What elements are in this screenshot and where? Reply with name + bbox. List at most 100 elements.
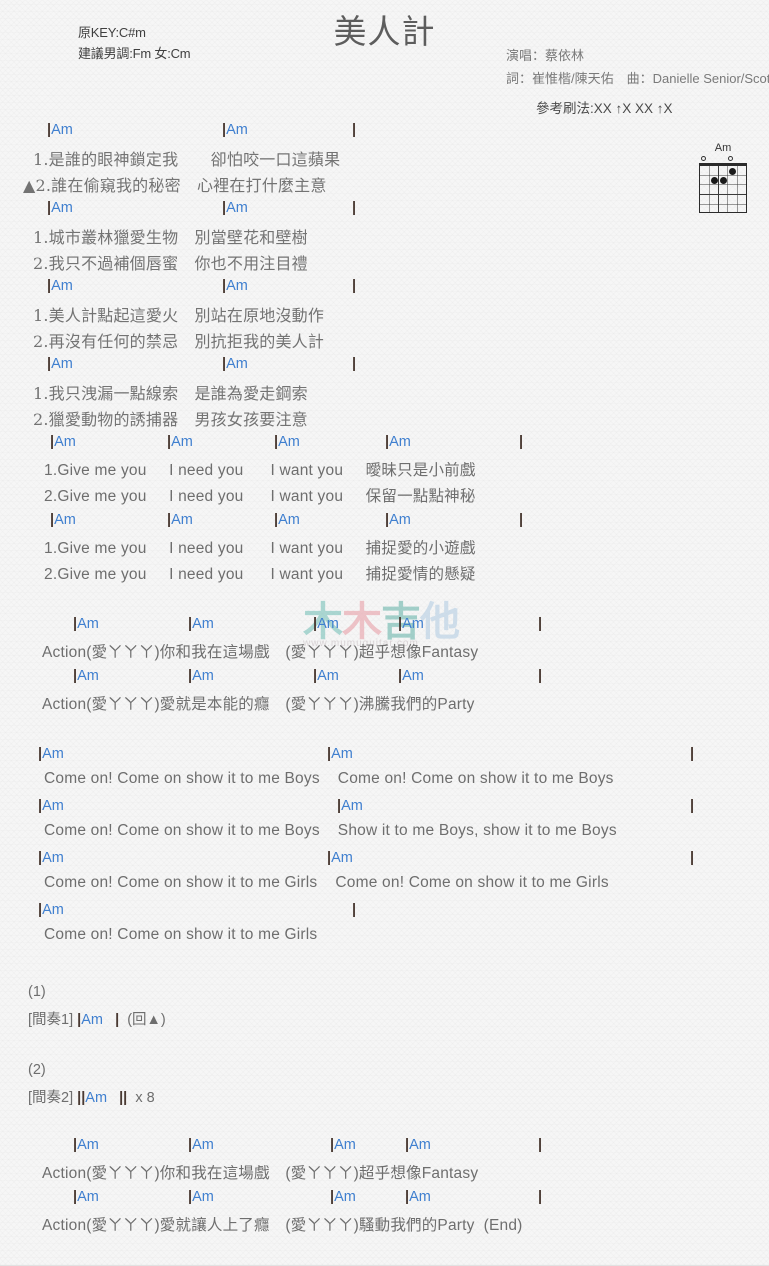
bar-line: | <box>690 746 695 762</box>
chord-mark[interactable]: |Am <box>313 668 339 688</box>
chord-mark[interactable]: |Am <box>73 616 99 636</box>
chord-name: Am <box>77 668 99 684</box>
chord-mark[interactable]: |Am <box>38 798 64 818</box>
chord-mark[interactable]: |Am <box>330 1189 356 1209</box>
lyric-row: 2.再沒有任何的禁忌 別抗拒我的美人計 <box>33 332 325 351</box>
interlude-repeat: x 8 <box>135 1090 155 1106</box>
chord-mark[interactable]: | <box>538 668 542 688</box>
chord-name: Am <box>402 616 424 632</box>
lyric-row: ▲2.誰在偷窺我的秘密 心裡在打什麼主意 <box>23 176 327 195</box>
chord-mark[interactable]: |Am <box>330 1137 356 1157</box>
lyric-row: 1.美人計點起這愛火 別站在原地沒動作 <box>33 306 325 325</box>
chord-mark[interactable]: | <box>690 850 694 870</box>
chord-mark[interactable]: | <box>352 902 356 922</box>
chord-row: |Am |Am |Am |Am | <box>0 434 769 454</box>
chord-mark[interactable]: |Am <box>188 668 214 688</box>
chord-mark[interactable]: |Am <box>327 850 353 870</box>
chord-mark[interactable]: |Am <box>188 1189 214 1209</box>
lyric-row: 2.我只不過補個唇蜜 你也不用注目禮 <box>33 254 308 273</box>
chord-mark[interactable]: |Am <box>38 850 64 870</box>
chord-mark[interactable]: |Am <box>327 746 353 766</box>
chord-mark[interactable]: |Am <box>38 746 64 766</box>
chord-mark[interactable]: |Am <box>313 616 339 636</box>
bar-line: | <box>690 798 695 814</box>
chord-mark[interactable]: |Am <box>47 278 73 298</box>
chord-mark[interactable]: |Am <box>167 434 193 454</box>
chord-mark[interactable]: | <box>690 798 694 818</box>
chord-mark[interactable]: |Am <box>38 902 64 922</box>
chord-mark[interactable]: | <box>690 746 694 766</box>
chord-name: Am <box>81 1012 103 1028</box>
chord-mark[interactable]: | <box>352 278 356 298</box>
chord-mark[interactable]: |Am <box>188 616 214 636</box>
chord-name: Am <box>389 512 411 528</box>
chord-mark[interactable]: |Am <box>47 122 73 142</box>
chord-mark[interactable]: | <box>519 512 523 532</box>
interlude-chords[interactable]: |Am <box>77 1012 103 1028</box>
finger-dot <box>720 177 727 184</box>
chord-row: |Am |Am |Am |Am | <box>0 668 769 688</box>
chord-mark[interactable]: |Am <box>385 512 411 532</box>
chord-mark[interactable]: |Am <box>73 1137 99 1157</box>
chord-name: Am <box>171 434 193 450</box>
bar-line: | <box>352 278 357 294</box>
chord-name: Am <box>42 798 64 814</box>
chord-row: |Am |Am | <box>0 122 769 142</box>
chord-mark[interactable]: |Am <box>222 122 248 142</box>
chord-mark[interactable]: |Am <box>405 1137 431 1157</box>
chord-mark[interactable]: |Am <box>73 1189 99 1209</box>
chord-mark[interactable]: |Am <box>188 1137 214 1157</box>
chord-mark[interactable]: |Am <box>167 512 193 532</box>
chord-mark[interactable]: |Am <box>50 512 76 532</box>
interlude-label: [間奏2] <box>28 1090 74 1106</box>
chord-name: Am <box>341 798 363 814</box>
chord-mark[interactable]: | <box>538 1189 542 1209</box>
chord-diagram-label: Am <box>714 142 732 154</box>
chord-mark[interactable]: |Am <box>405 1189 431 1209</box>
chord-mark[interactable]: |Am <box>222 278 248 298</box>
finger-dot <box>729 168 736 175</box>
chord-row: |Am | <box>0 902 769 922</box>
chord-mark[interactable]: | <box>352 356 356 376</box>
chord-mark[interactable]: | <box>538 616 542 636</box>
chord-mark[interactable]: |Am <box>274 512 300 532</box>
bar-line: | <box>538 668 543 684</box>
chord-mark[interactable]: |Am <box>73 668 99 688</box>
chord-mark[interactable]: |Am <box>222 200 248 220</box>
chord-mark[interactable]: |Am <box>47 200 73 220</box>
lyric-row: 2.Give me you I need you I want you 捕捉愛情… <box>44 566 476 583</box>
chord-name: Am <box>334 1137 356 1153</box>
chord-mark[interactable]: | <box>352 200 356 220</box>
chord-name: Am <box>226 200 248 216</box>
chord-mark[interactable]: | <box>519 434 523 454</box>
bar-line: | <box>538 1137 543 1153</box>
lyric-row: Come on! Come on show it to me Girls Com… <box>44 874 609 891</box>
lyric-row: 2.獵愛動物的誘捕器 男孩女孩要注意 <box>33 410 308 429</box>
chord-mark[interactable]: |Am <box>222 356 248 376</box>
chord-name: Am <box>77 1189 99 1205</box>
chord-mark[interactable]: | <box>352 122 356 142</box>
interlude-chords[interactable]: ||Am <box>77 1090 107 1106</box>
lyric-row: 2.Give me you I need you I want you 保留一點… <box>44 488 476 505</box>
bar-line: | <box>519 512 524 528</box>
chord-mark[interactable]: |Am <box>47 356 73 376</box>
chord-mark[interactable]: |Am <box>398 668 424 688</box>
interlude-label: [間奏1] <box>28 1012 74 1028</box>
chord-mark[interactable]: |Am <box>398 616 424 636</box>
chord-name: Am <box>192 1189 214 1205</box>
chord-mark[interactable]: |Am <box>337 798 363 818</box>
chord-row: |Am |Am |Am |Am | <box>0 1189 769 1209</box>
chord-row: |Am |Am |Am |Am | <box>0 1137 769 1157</box>
chord-mark[interactable]: |Am <box>274 434 300 454</box>
chord-row: |Am |Am |Am |Am | <box>0 616 769 636</box>
chord-mark[interactable]: |Am <box>50 434 76 454</box>
chord-name: Am <box>77 616 99 632</box>
chord-mark[interactable]: | <box>538 1137 542 1157</box>
chord-name: Am <box>42 746 64 762</box>
chord-name: Am <box>226 356 248 372</box>
bar-line: | <box>352 356 357 372</box>
lyric-row: Action(愛ㄚㄚㄚ)愛就讓人上了癮 (愛ㄚㄚㄚ)騷動我們的Party (En… <box>42 1217 523 1234</box>
chord-mark[interactable]: |Am <box>385 434 411 454</box>
chord-row: |Am |Am | <box>0 746 769 766</box>
chord-row: |Am |Am | <box>0 278 769 298</box>
